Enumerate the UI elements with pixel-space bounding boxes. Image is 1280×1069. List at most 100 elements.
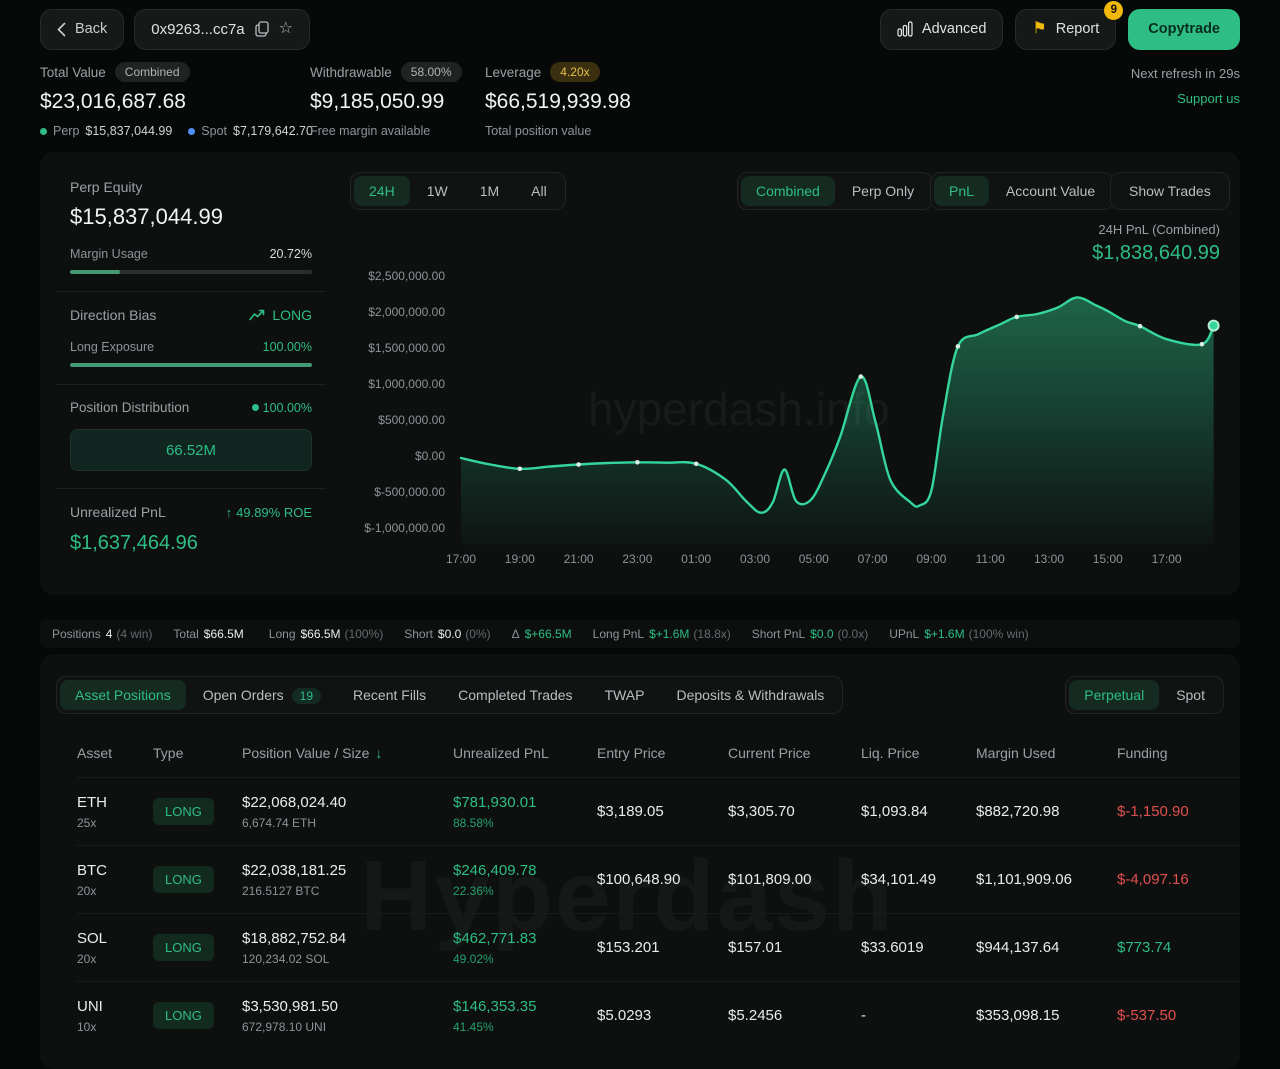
x-axis-tick: 19:00 [498,552,542,566]
support-us-link[interactable]: Support us [1131,91,1240,106]
position-size: 672,978.10 UNI [242,1020,453,1034]
combined-badge: Combined [115,62,190,82]
y-axis-tick: $1,000,000.00 [350,377,445,391]
y-axis-tick: $0.00 [350,449,445,463]
positions-panel: Hyperdash Asset Positions Open Orders19 … [40,654,1240,1069]
long-exposure-label: Long Exposure [70,340,154,354]
copytrade-button[interactable]: Copytrade [1128,9,1240,50]
equity-card: Perp Equity $15,837,044.99 Margin Usage … [56,164,326,572]
unrealized-pnl-pct: 41.45% [453,1020,597,1034]
tab-1w[interactable]: 1W [412,176,463,206]
unrealized-pnl: $246,409.78 [453,862,597,879]
position-size: 6,674.74 ETH [242,816,453,830]
trade-marker [694,462,699,467]
roe-value: 49.89% ROE [236,505,312,520]
col-funding[interactable]: Funding [1117,745,1240,761]
report-button[interactable]: ⚑ Report 9 [1015,9,1116,50]
flag-icon: ⚑ [1032,21,1046,37]
position-row-uni[interactable]: UNI10x LONG $3,530,981.50672,978.10 UNI … [77,981,1240,1049]
tab-completed-trades[interactable]: Completed Trades [443,680,587,710]
x-axis-tick: 13:00 [1027,552,1071,566]
star-icon[interactable]: ☆ [279,21,293,37]
wallet-address: 0x9263...cc7a [151,21,244,38]
tab-spot[interactable]: Spot [1161,680,1220,710]
pnl-readout: 24H PnL (Combined) $1,838,640.99 [1092,222,1220,265]
direction-bias-value: LONG [272,307,312,323]
tab-recent-fills[interactable]: Recent Fills [338,680,441,710]
entry-price: $5.0293 [597,1007,728,1024]
col-current-price[interactable]: Current Price [728,745,861,761]
position-size: 120,234.02 SOL [242,952,453,966]
col-unrealized-pnl[interactable]: Unrealized PnL [453,745,597,761]
open-orders-count-badge: 19 [292,688,321,704]
advanced-button[interactable]: Advanced [880,9,1004,50]
position-row-eth[interactable]: ETH25x LONG $22,068,024.406,674.74 ETH $… [77,777,1240,845]
position-row-sol[interactable]: SOL20x LONG $18,882,752.84120,234.02 SOL… [77,913,1240,981]
y-axis-tick: $2,000,000.00 [350,305,445,319]
refresh-countdown: Next refresh in 29s [1131,66,1240,81]
col-asset[interactable]: Asset [77,745,153,761]
col-position-value[interactable]: Position Value / Size↓ [242,745,453,761]
side-badge: LONG [153,798,214,825]
report-count-badge: 9 [1104,1,1123,20]
tab-all[interactable]: All [516,176,562,206]
back-button[interactable]: Back [40,9,124,50]
position-row-btc[interactable]: BTC20x LONG $22,038,181.25216.5127 BTC $… [77,845,1240,913]
leverage-badge: 4.20x [550,62,599,82]
summary-positions: Positions4(4 win) [52,627,152,641]
liq-price: $1,093.84 [861,803,976,820]
summary-total: Total$66.5M [173,627,247,641]
margin-usage-bar [70,270,312,274]
tab-pnl[interactable]: PnL [934,176,989,206]
col-margin-used[interactable]: Margin Used [976,745,1117,761]
tab-1m[interactable]: 1M [465,176,514,206]
tab-asset-positions[interactable]: Asset Positions [60,680,186,710]
margin-used: $353,098.15 [976,1007,1117,1024]
side-badge: LONG [153,934,214,961]
tab-deposits-withdrawals[interactable]: Deposits & Withdrawals [661,680,839,710]
funding: $-4,097.16 [1117,871,1240,888]
x-axis-tick: 15:00 [1086,552,1130,566]
current-price: $3,305.70 [728,803,861,820]
asset-leverage: 10x [77,1020,153,1034]
copy-icon[interactable] [255,21,269,37]
tab-perp-only[interactable]: Perp Only [837,176,929,206]
pnl-chart[interactable] [453,265,1228,545]
last-point-marker [1209,321,1219,331]
col-liq-price[interactable]: Liq. Price [861,745,976,761]
wallet-address-pill[interactable]: 0x9263...cc7a ☆ [134,9,310,50]
topbar-actions: Advanced ⚑ Report 9 Copytrade [880,9,1240,50]
withdrawable-stat: Withdrawable 58.00% $9,185,050.99 Free m… [310,62,462,138]
tab-twap[interactable]: TWAP [590,680,660,710]
total-value-label: Total Value [40,65,106,80]
positions-summary-strip: Positions4(4 win) Total$66.5M Long$66.5M… [40,620,1240,648]
unrealized-pnl-label: Unrealized PnL [70,504,166,520]
show-trades-button[interactable]: Show Trades [1114,176,1226,206]
distribution-bucket[interactable]: 66.52M [70,429,312,471]
tab-open-orders[interactable]: Open Orders19 [188,680,336,710]
summary-long-pnl: Long PnL$+1.6M(18.8x) [593,627,731,641]
tab-perpetual[interactable]: Perpetual [1069,680,1159,710]
x-axis-tick: 17:00 [1145,552,1189,566]
asset-symbol: UNI [77,998,153,1015]
tab-account-value[interactable]: Account Value [991,176,1110,206]
arrow-up-icon: ↑ [226,505,233,520]
asset-leverage: 25x [77,816,153,830]
position-value: $3,530,981.50 [242,998,453,1015]
y-axis-tick: $500,000.00 [350,413,445,427]
tab-combined[interactable]: Combined [741,176,835,206]
trade-marker [1014,315,1019,320]
unrealized-pnl: $462,771.83 [453,930,597,947]
col-type[interactable]: Type [153,745,242,761]
col-entry-price[interactable]: Entry Price [597,745,728,761]
unrealized-pnl-pct: 22.36% [453,884,597,898]
leverage-sub: Total position value [485,124,631,138]
x-axis-tick: 09:00 [909,552,953,566]
x-axis-tick: 07:00 [851,552,895,566]
advanced-label: Advanced [922,21,987,37]
tab-24h[interactable]: 24H [354,176,410,206]
x-axis-tick: 23:00 [615,552,659,566]
leverage-value: $66,519,939.98 [485,90,631,114]
spot-dot-icon [188,128,195,135]
margin-usage-label: Margin Usage [70,247,148,261]
